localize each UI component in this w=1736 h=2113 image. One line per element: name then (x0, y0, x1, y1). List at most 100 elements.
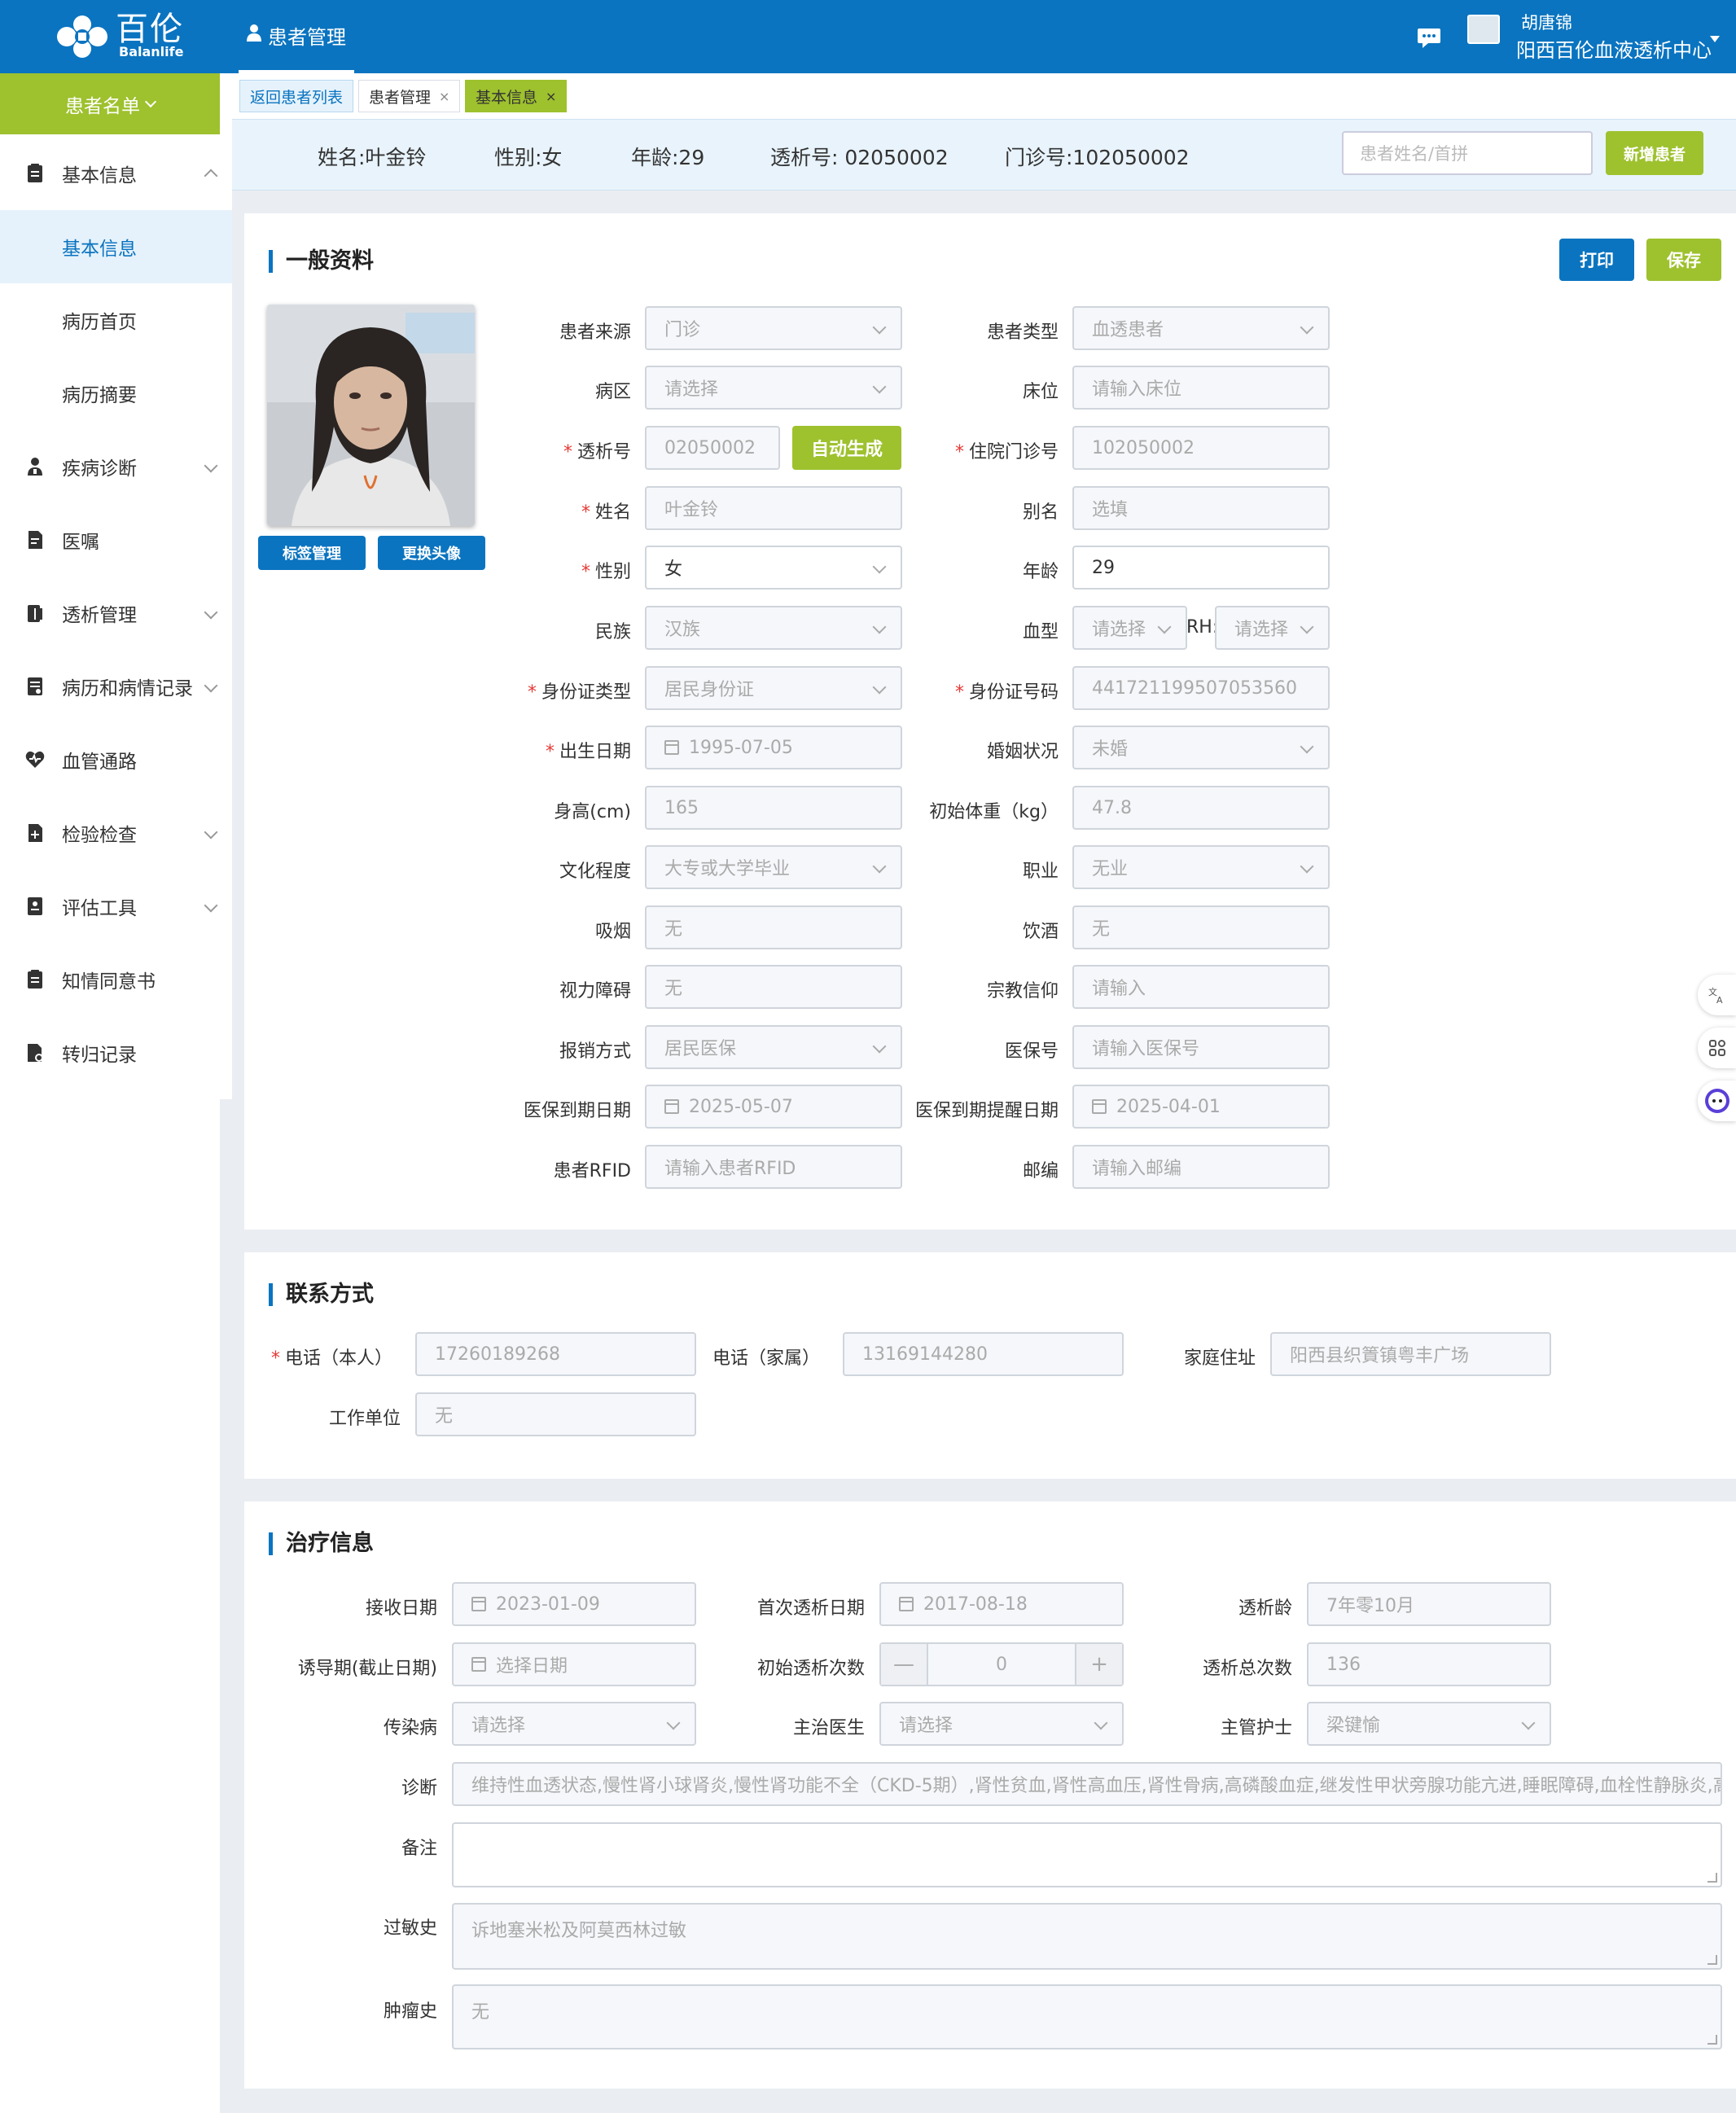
weight-input[interactable]: 47.8 (1072, 786, 1330, 830)
ethnicity-select[interactable]: 汉族 (645, 606, 902, 650)
sidebar-item-consent[interactable]: 知情同意书 (0, 943, 232, 1016)
stepper-value[interactable]: 0 (927, 1644, 1076, 1685)
remark-textarea[interactable] (452, 1822, 1722, 1887)
calendar-icon (471, 1657, 486, 1672)
religion-input[interactable]: 请输入 (1072, 965, 1330, 1009)
save-button[interactable]: 保存 (1646, 239, 1721, 281)
rh-select[interactable]: 请选择 (1215, 606, 1330, 650)
org-name[interactable]: 阳西百伦血液透析中心 (1516, 34, 1712, 63)
smoking-input[interactable]: 无 (645, 905, 902, 949)
vision-input[interactable]: 无 (645, 965, 902, 1009)
sidebar-subitem-record-home[interactable]: 病历首页 (0, 283, 232, 357)
id-number-input[interactable]: 441721199507053560 (1072, 666, 1330, 710)
address-input[interactable]: 阳西县织篢镇粤丰广场 (1270, 1332, 1551, 1376)
zip-input[interactable]: 请输入邮编 (1072, 1145, 1330, 1189)
phone-family-input[interactable]: 13169144280 (843, 1332, 1124, 1376)
marital-select[interactable]: 未婚 (1072, 726, 1330, 769)
close-icon[interactable]: × (439, 89, 449, 104)
alias-input[interactable]: 选填 (1072, 486, 1330, 530)
nav-tab-label: 患者管理 (268, 25, 346, 49)
sidebar-item-label: 评估工具 (62, 898, 137, 919)
tab-basic-info[interactable]: 基本信息 × (465, 80, 568, 112)
sidebar-item-vascular[interactable]: 血管通路 (0, 723, 232, 796)
attending-doctor-select[interactable]: 请选择 (879, 1702, 1124, 1746)
auto-generate-button[interactable]: 自动生成 (792, 426, 901, 470)
sidebar-patient-list[interactable]: 患者名单 (0, 73, 220, 134)
message-icon[interactable] (1417, 28, 1441, 49)
sidebar-item-label: 疾病诊断 (62, 458, 137, 480)
tag-management-button[interactable]: 标签管理 (258, 536, 366, 570)
increment-button[interactable]: + (1076, 1644, 1122, 1685)
rfid-input[interactable]: 请输入患者RFID (645, 1145, 902, 1189)
patient-type-select[interactable]: 血透患者 (1072, 306, 1330, 350)
bed-input[interactable]: 请输入床位 (1072, 366, 1330, 410)
tab-patient-management[interactable]: 患者管理 × (358, 80, 461, 112)
patient-source-select[interactable]: 门诊 (645, 306, 902, 350)
initial-dialysis-count-stepper[interactable]: — 0 + (879, 1642, 1124, 1686)
receive-date-picker[interactable]: 2023-01-09 (452, 1582, 696, 1626)
patient-name: 姓名:叶金铃 (318, 146, 427, 169)
first-dialysis-date-picker[interactable]: 2017-08-18 (879, 1582, 1124, 1626)
induction-date-picker[interactable]: 选择日期 (452, 1642, 696, 1686)
workplace-input[interactable]: 无 (415, 1392, 696, 1436)
sidebar-item-basic-info[interactable]: 基本信息 (0, 137, 232, 210)
sex-select[interactable]: 女 (645, 546, 902, 590)
insurance-expiry-picker[interactable]: 2025-05-07 (645, 1085, 902, 1129)
dialysis-no-input[interactable]: 02050002 (645, 426, 780, 470)
insurance-no-input[interactable]: 请输入医保号 (1072, 1025, 1330, 1069)
nurse-select[interactable]: 梁键愉 (1307, 1702, 1551, 1746)
total-dialysis-count-input[interactable]: 136 (1307, 1642, 1551, 1686)
field-label: 主治医生 (792, 1718, 865, 1738)
infectious-disease-select[interactable]: 请选择 (452, 1702, 696, 1746)
assistant-icon[interactable] (1698, 1081, 1736, 1121)
patient-search-input[interactable]: 患者姓名/首拼 (1342, 131, 1593, 175)
diagnosis-input[interactable]: 维持性血透状态,慢性肾小球肾炎,慢性肾功能不全（CKD-5期）,肾性贫血,肾性高… (452, 1762, 1722, 1806)
reimbursement-select[interactable]: 居民医保 (645, 1025, 902, 1069)
resize-handle[interactable] (1708, 1955, 1717, 1965)
clinic-no-input[interactable]: 102050002 (1072, 426, 1330, 470)
sidebar-subitem-record-summary[interactable]: 病历摘要 (0, 357, 232, 430)
sidebar-item-orders[interactable]: 医嘱 (0, 503, 232, 576)
new-patient-button[interactable]: 新增患者 (1606, 131, 1703, 175)
sidebar-item-records[interactable]: 病历和病情记录 (0, 650, 232, 723)
phone-self-input[interactable]: 17260189268 (415, 1332, 696, 1376)
chevron-down-icon (1300, 739, 1314, 754)
resize-handle[interactable] (1708, 1873, 1717, 1883)
sidebar-item-assessment[interactable]: 评估工具 (0, 870, 232, 943)
name-input[interactable]: 叶金铃 (645, 486, 902, 530)
drinking-input[interactable]: 无 (1072, 905, 1330, 949)
sidebar-item-lab[interactable]: 检验检查 (0, 796, 232, 870)
chevron-down-icon[interactable] (1710, 36, 1720, 42)
close-icon[interactable]: × (546, 89, 556, 104)
occupation-select[interactable]: 无业 (1072, 845, 1330, 889)
education-select[interactable]: 大专或大学毕业 (645, 845, 902, 889)
height-input[interactable]: 165 (645, 786, 902, 830)
translate-icon[interactable]: 文A (1698, 975, 1736, 1015)
calendar-icon (1092, 1099, 1107, 1114)
field-label: 婚姻状况 (986, 742, 1059, 762)
id-type-select[interactable]: 居民身份证 (645, 666, 902, 710)
age-input[interactable]: 29 (1072, 546, 1330, 590)
print-button[interactable]: 打印 (1559, 239, 1634, 281)
avatar[interactable] (1467, 15, 1500, 44)
records-icon (24, 676, 46, 697)
field-label: 邮编 (1022, 1161, 1059, 1181)
nav-tab-patient-management[interactable]: 患者管理 (239, 0, 354, 73)
ward-select[interactable]: 请选择 (645, 366, 902, 410)
insurance-reminder-picker[interactable]: 2025-04-01 (1072, 1085, 1330, 1129)
decrement-button[interactable]: — (881, 1644, 927, 1685)
tumor-history-textarea[interactable]: 无 (452, 1984, 1722, 2049)
birth-date-picker[interactable]: 1995-07-05 (645, 726, 902, 769)
tab-back-to-list[interactable]: 返回患者列表 (239, 80, 354, 112)
blood-type-select[interactable]: 请选择 (1072, 606, 1187, 650)
change-avatar-button[interactable]: 更换头像 (378, 536, 485, 570)
sidebar-item-dialysis[interactable]: 透析管理 (0, 576, 232, 650)
sidebar-item-diagnosis[interactable]: 疾病诊断 (0, 430, 232, 503)
resize-handle[interactable] (1708, 2035, 1717, 2045)
apps-grid-icon[interactable] (1698, 1028, 1736, 1068)
chevron-down-icon (872, 379, 887, 394)
dialysis-age-input[interactable]: 7年零10月 (1307, 1582, 1551, 1626)
sidebar-subitem-basic-info[interactable]: 基本信息 (0, 210, 232, 283)
sidebar-item-outcome[interactable]: 转归记录 (0, 1016, 232, 1089)
allergy-textarea[interactable]: 诉地塞米松及阿莫西林过敏 (452, 1903, 1722, 1970)
